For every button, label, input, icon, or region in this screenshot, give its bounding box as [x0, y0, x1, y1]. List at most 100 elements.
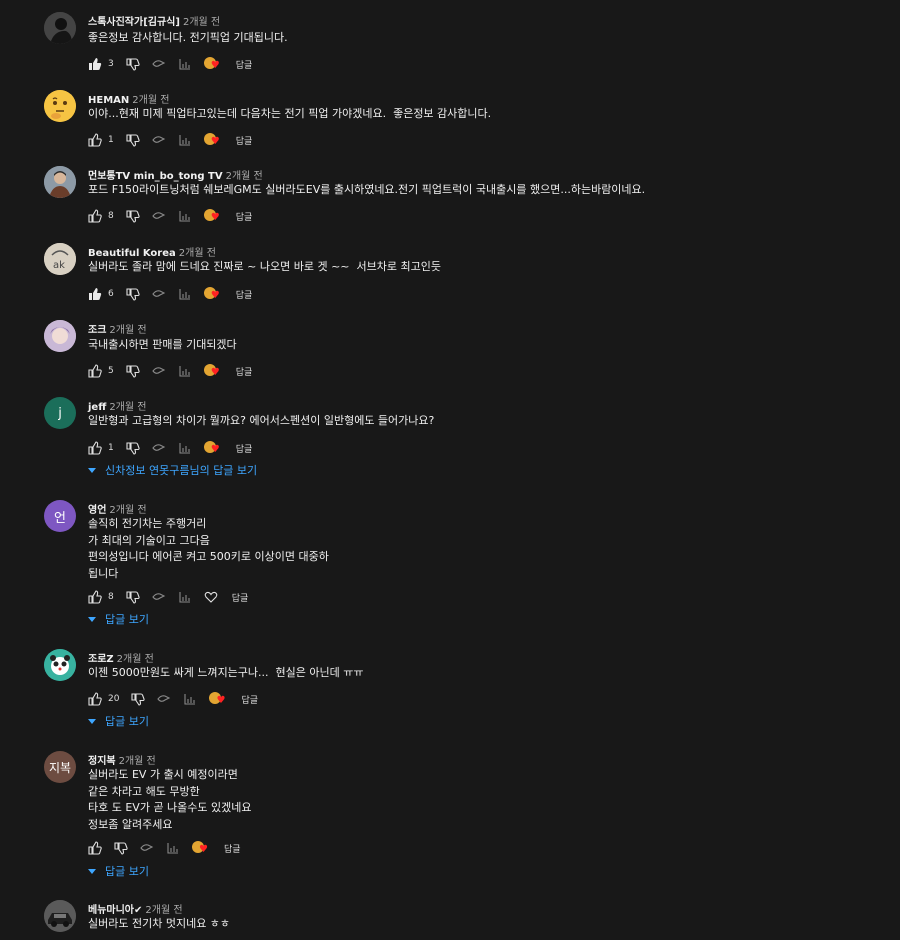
creator-heart-icon[interactable]: ♥: [192, 840, 210, 856]
reply-button[interactable]: 답글: [236, 288, 253, 301]
like-button[interactable]: 5: [88, 364, 114, 378]
like-button[interactable]: 1: [88, 441, 114, 455]
comment-time[interactable]: 2개월 전: [109, 402, 146, 413]
view-replies-link[interactable]: 답글 보기: [88, 611, 149, 627]
comment-actions: 3 ♥ 답글: [88, 56, 252, 72]
view-replies-link[interactable]: 신차정보 연못구름님의 답글 보기: [88, 462, 257, 478]
comment-actions: ♥ 답글: [88, 840, 241, 856]
super-thanks-icon[interactable]: [152, 209, 166, 223]
reply-button[interactable]: 답글: [224, 842, 241, 855]
thumbs-down-icon[interactable]: [114, 841, 128, 855]
reply-button[interactable]: 답글: [236, 365, 253, 378]
reply-button[interactable]: 답글: [241, 693, 258, 706]
like-button[interactable]: [88, 841, 102, 855]
view-replies-label: 답글 보기: [105, 865, 149, 878]
heart-outline-icon[interactable]: [204, 590, 218, 604]
letter-avatar[interactable]: j: [44, 397, 76, 429]
chart-icon[interactable]: [183, 692, 197, 706]
comment-time[interactable]: 2개월 전: [109, 505, 146, 516]
creator-heart-icon[interactable]: ♥: [203, 132, 222, 148]
creator-heart-icon[interactable]: ♥: [203, 208, 222, 224]
person-avatar[interactable]: [44, 166, 76, 198]
chart-icon[interactable]: [178, 133, 192, 147]
reply-button[interactable]: 답글: [236, 210, 253, 223]
comment-author[interactable]: 영언: [88, 505, 106, 516]
super-thanks-icon[interactable]: [152, 364, 166, 378]
reply-button[interactable]: 답글: [236, 134, 253, 147]
comment-author[interactable]: 베뉴마니아✔: [88, 905, 142, 916]
thumbs-down-icon[interactable]: [126, 133, 140, 147]
super-thanks-icon[interactable]: [152, 133, 166, 147]
reply-button[interactable]: 답글: [236, 58, 253, 71]
comment-time[interactable]: 2개월 전: [183, 17, 220, 28]
like-button[interactable]: 1: [88, 133, 114, 147]
super-thanks-icon[interactable]: [140, 841, 154, 855]
reply-button[interactable]: 답글: [236, 442, 253, 455]
chart-icon[interactable]: [178, 364, 192, 378]
comment-time[interactable]: 2개월 전: [119, 756, 156, 767]
letter-avatar[interactable]: 언: [44, 500, 76, 532]
comment-author[interactable]: 먼보통TV min_bo_tong TV: [88, 171, 223, 182]
super-thanks-icon[interactable]: [157, 692, 171, 706]
anime-avatar[interactable]: [44, 320, 76, 352]
comment-author[interactable]: Beautiful Korea: [88, 248, 176, 259]
thumbs-down-icon[interactable]: [126, 57, 140, 71]
reply-button[interactable]: 답글: [232, 591, 249, 604]
chart-icon[interactable]: [178, 287, 192, 301]
view-replies-label: 신차정보 연못구름님의 답글 보기: [105, 464, 258, 477]
comment-author[interactable]: HEMAN: [88, 95, 129, 106]
super-thanks-icon[interactable]: [152, 441, 166, 455]
thumbs-down-icon[interactable]: [126, 364, 140, 378]
thumbs-down-icon[interactable]: [126, 590, 140, 604]
creator-heart-icon[interactable]: ♥: [209, 691, 227, 707]
comment-actions: 20 ♥ 답글: [88, 691, 258, 707]
creator-heart-icon[interactable]: ♥: [203, 56, 222, 72]
chevron-down-icon: [88, 868, 96, 874]
chart-icon[interactable]: [178, 441, 192, 455]
super-thanks-icon[interactable]: [152, 57, 166, 71]
comment-time[interactable]: 2개월 전: [226, 171, 263, 182]
super-thanks-icon[interactable]: [152, 287, 166, 301]
chevron-down-icon: [88, 718, 96, 724]
dark-figure-avatar[interactable]: [44, 12, 76, 44]
thumbs-down-icon[interactable]: [126, 209, 140, 223]
like-count: 6: [108, 289, 114, 299]
chart-icon[interactable]: [178, 209, 192, 223]
comment-time[interactable]: 2개월 전: [132, 95, 169, 106]
creator-heart-icon[interactable]: ♥: [203, 363, 222, 379]
like-button[interactable]: 20: [88, 692, 119, 706]
comment-time[interactable]: 2개월 전: [179, 248, 216, 259]
like-button[interactable]: 8: [88, 590, 114, 604]
comment-time[interactable]: 2개월 전: [145, 905, 182, 916]
thumbs-down-icon[interactable]: [131, 692, 146, 706]
thumbs-down-icon[interactable]: [126, 287, 140, 301]
comment-author[interactable]: jeff: [88, 402, 106, 413]
comment-author[interactable]: 정지복: [88, 756, 116, 767]
chart-icon[interactable]: [178, 590, 192, 604]
letter-avatar[interactable]: 지복: [44, 751, 76, 783]
comment-author[interactable]: 조크: [88, 325, 106, 336]
like-button[interactable]: 3: [88, 57, 114, 71]
super-thanks-icon[interactable]: [152, 590, 166, 604]
chart-icon[interactable]: [166, 841, 180, 855]
like-button[interactable]: 8: [88, 209, 114, 223]
comment-author[interactable]: 조로Z: [88, 654, 114, 665]
panda-avatar[interactable]: [44, 649, 76, 681]
thinking-emoji-avatar[interactable]: [44, 90, 76, 122]
thumbs-down-icon[interactable]: [126, 441, 140, 455]
svg-text:ak: ak: [53, 260, 65, 271]
car-avatar[interactable]: [44, 900, 76, 932]
chart-icon[interactable]: [178, 57, 192, 71]
comment-actions: 1 ♥ 답글: [88, 440, 252, 456]
comment-text: 일반형과 고급형의 차이가 뭘까요? 에어서스펜션이 일반형에도 들어가나요?: [88, 414, 435, 427]
creator-heart-icon[interactable]: ♥: [203, 286, 222, 302]
bk-logo-avatar[interactable]: ak: [44, 243, 76, 275]
comment-actions: 8 ♥ 답글: [88, 208, 252, 224]
creator-heart-icon[interactable]: ♥: [203, 440, 222, 456]
comment-time[interactable]: 2개월 전: [109, 325, 146, 336]
comment-author[interactable]: 스톡사진작가[김규식]: [88, 17, 180, 28]
view-replies-link[interactable]: 답글 보기: [88, 713, 149, 729]
comment-time[interactable]: 2개월 전: [117, 654, 154, 665]
view-replies-link[interactable]: 답글 보기: [88, 863, 149, 879]
like-button[interactable]: 6: [88, 287, 114, 301]
